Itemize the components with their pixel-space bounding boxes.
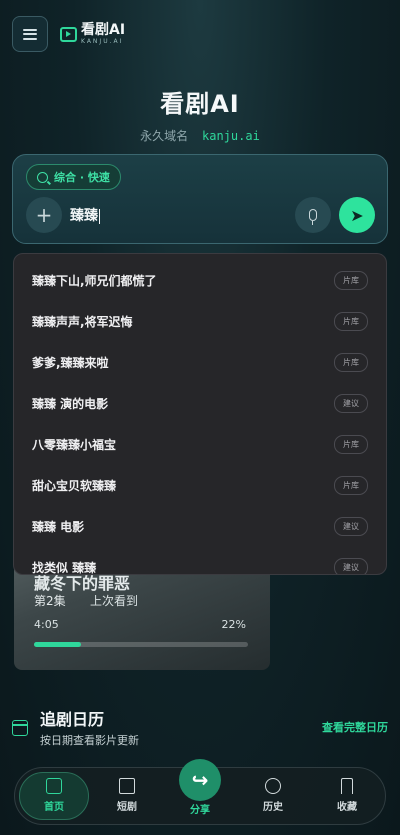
clock-icon: [265, 778, 281, 794]
suggestion-item[interactable]: 臻臻 演的电影 建议: [14, 383, 386, 424]
search-input[interactable]: 臻臻: [70, 205, 100, 225]
domain-label: 永久域名: [140, 129, 189, 143]
nav-home-label: 首页: [44, 802, 64, 813]
progress-fill: [34, 642, 82, 647]
search-mode-chip[interactable]: 综合 · 快速: [26, 164, 121, 190]
paper-plane-icon: ➤: [350, 205, 364, 225]
add-button[interactable]: +: [26, 197, 62, 233]
suggestion-title: 甜心宝贝软臻臻: [32, 479, 117, 493]
suggestion-tag: 建议: [334, 558, 368, 574]
menu-button[interactable]: [12, 16, 48, 52]
suggestion-item[interactable]: 臻臻声声,将军迟悔 片库: [14, 301, 386, 342]
search-icon: [37, 171, 48, 183]
domain-value: kanju.ai: [202, 129, 260, 143]
suggestion-tag: 建议: [334, 394, 368, 413]
nav-favorites-label: 收藏: [337, 802, 357, 813]
progress-bar: [34, 642, 248, 647]
brand-name: 看剧AI: [81, 22, 126, 38]
send-button[interactable]: ➤: [339, 197, 375, 233]
plus-icon: +: [35, 203, 53, 227]
suggestion-tag: 片库: [334, 312, 368, 331]
suggestion-tag: 片库: [334, 476, 368, 495]
nav-favorites[interactable]: 收藏: [317, 778, 377, 813]
suggestion-tag: 片库: [334, 435, 368, 454]
continue-percent: 22%: [221, 618, 246, 631]
domain-line: 永久域名 kanju.ai: [0, 127, 400, 144]
continue-last-seen: 上次看到: [90, 594, 139, 608]
house-icon: [46, 778, 62, 794]
share-button[interactable]: ↪: [179, 759, 221, 801]
clapperboard-icon: [119, 778, 135, 794]
top-bar: 看剧AI KANJU.AI: [12, 16, 388, 52]
suggestion-tag: 片库: [334, 271, 368, 290]
suggestion-title: 臻臻声声,将军迟悔: [32, 315, 133, 329]
share-arrow-icon: ↪: [191, 768, 209, 792]
suggestion-item[interactable]: 臻臻 电影 建议: [14, 506, 386, 547]
search-mode-label: 综合 · 快速: [54, 171, 110, 184]
nav-shorts[interactable]: 短剧: [97, 778, 157, 813]
suggestion-item[interactable]: 臻臻下山,师兄们都慌了 片库: [14, 260, 386, 301]
suggestion-title: 臻臻 演的电影: [32, 397, 109, 411]
bookmark-icon: [341, 778, 353, 794]
suggestion-list: 臻臻下山,师兄们都慌了 片库 臻臻声声,将军迟悔 片库 爹爹,臻臻来啦 片库 臻臻 演的电影…: [14, 254, 386, 575]
suggestion-tag: 建议: [334, 517, 368, 536]
suggestion-title: 臻臻下山,师兄们都慌了: [32, 274, 157, 288]
suggestion-item[interactable]: 找类似 臻臻 建议: [14, 547, 386, 575]
calendar-section: 追剧日历 按日期查看影片更新 查看完整日历: [12, 706, 388, 750]
suggestion-title: 找类似 臻臻: [32, 561, 97, 575]
nav-history[interactable]: 历史: [243, 778, 303, 813]
suggestion-title: 八零臻臻小福宝: [32, 438, 117, 452]
calendar-icon: [12, 720, 28, 736]
continue-episode: 第2集: [34, 594, 66, 608]
nav-home[interactable]: 首页: [19, 772, 89, 820]
suggestion-title: 爹爹,臻臻来啦: [32, 356, 109, 370]
suggestion-item[interactable]: 八零臻臻小福宝 片库: [14, 424, 386, 465]
nav-history-label: 历史: [263, 802, 283, 813]
suggestion-title: 臻臻 电影: [32, 520, 85, 534]
search-box: 综合 · 快速 + 臻臻 ➤: [12, 154, 388, 244]
brand-logo[interactable]: 看剧AI KANJU.AI: [60, 23, 125, 45]
calendar-title: 追剧日历: [40, 710, 105, 729]
voice-button[interactable]: [295, 197, 331, 233]
view-full-calendar-link[interactable]: 查看完整日历: [322, 719, 388, 735]
brand-subtitle: KANJU.AI: [81, 38, 124, 45]
share-label: 分享: [190, 805, 210, 816]
continue-time: 4:05: [34, 618, 59, 631]
hamburger-icon: [23, 28, 37, 40]
calendar-subtitle: 按日期查看影片更新: [40, 734, 139, 747]
tv-play-icon: [60, 26, 77, 42]
suggestion-item[interactable]: 爹爹,臻臻来啦 片库: [14, 342, 386, 383]
microphone-icon: [309, 209, 317, 225]
hero-title: 看剧AI: [160, 90, 240, 118]
suggestion-tag: 片库: [334, 353, 368, 372]
nav-shorts-label: 短剧: [117, 802, 137, 813]
suggestion-dropdown: 臻臻下山,师兄们都慌了 片库 臻臻声声,将军迟悔 片库 爹爹,臻臻来啦 片库 臻臻 演的电影…: [13, 253, 387, 575]
suggestion-item[interactable]: 甜心宝贝软臻臻 片库: [14, 465, 386, 506]
